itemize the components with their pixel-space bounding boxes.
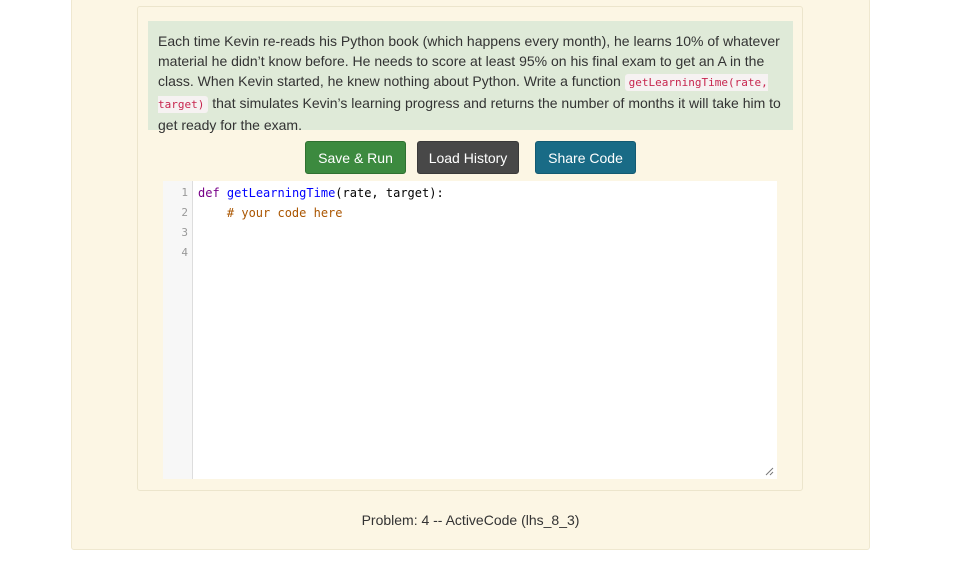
problem-caption: Problem: 4 -- ActiveCode (lhs_8_3): [361, 512, 580, 528]
line-number: 1: [181, 186, 188, 199]
line-number-gutter: 1 2 3 4: [163, 181, 193, 479]
resize-handle-icon[interactable]: [765, 467, 774, 476]
code-line-2[interactable]: # your code here: [198, 203, 343, 223]
share-code-button[interactable]: Share Code: [535, 141, 636, 174]
load-history-button[interactable]: Load History: [417, 141, 519, 174]
problem-text-end: that simulates Kevin’s learning progress…: [158, 95, 781, 133]
function-name: getLearningTime: [226, 186, 336, 200]
save-run-button[interactable]: Save & Run: [305, 141, 406, 174]
line-number: 3: [181, 226, 188, 239]
code-editor[interactable]: 1 2 3 4 def getLearningTime(rate, target…: [163, 181, 777, 479]
line-number: 4: [181, 246, 188, 259]
function-params: (rate, target):: [335, 186, 444, 200]
problem-description: Each time Kevin re-reads his Python book…: [148, 21, 793, 133]
line-number: 2: [181, 206, 188, 219]
keyword-def: def: [198, 186, 220, 200]
code-comment: # your code here: [226, 206, 343, 220]
code-line-1[interactable]: def getLearningTime(rate, target):: [198, 183, 444, 203]
